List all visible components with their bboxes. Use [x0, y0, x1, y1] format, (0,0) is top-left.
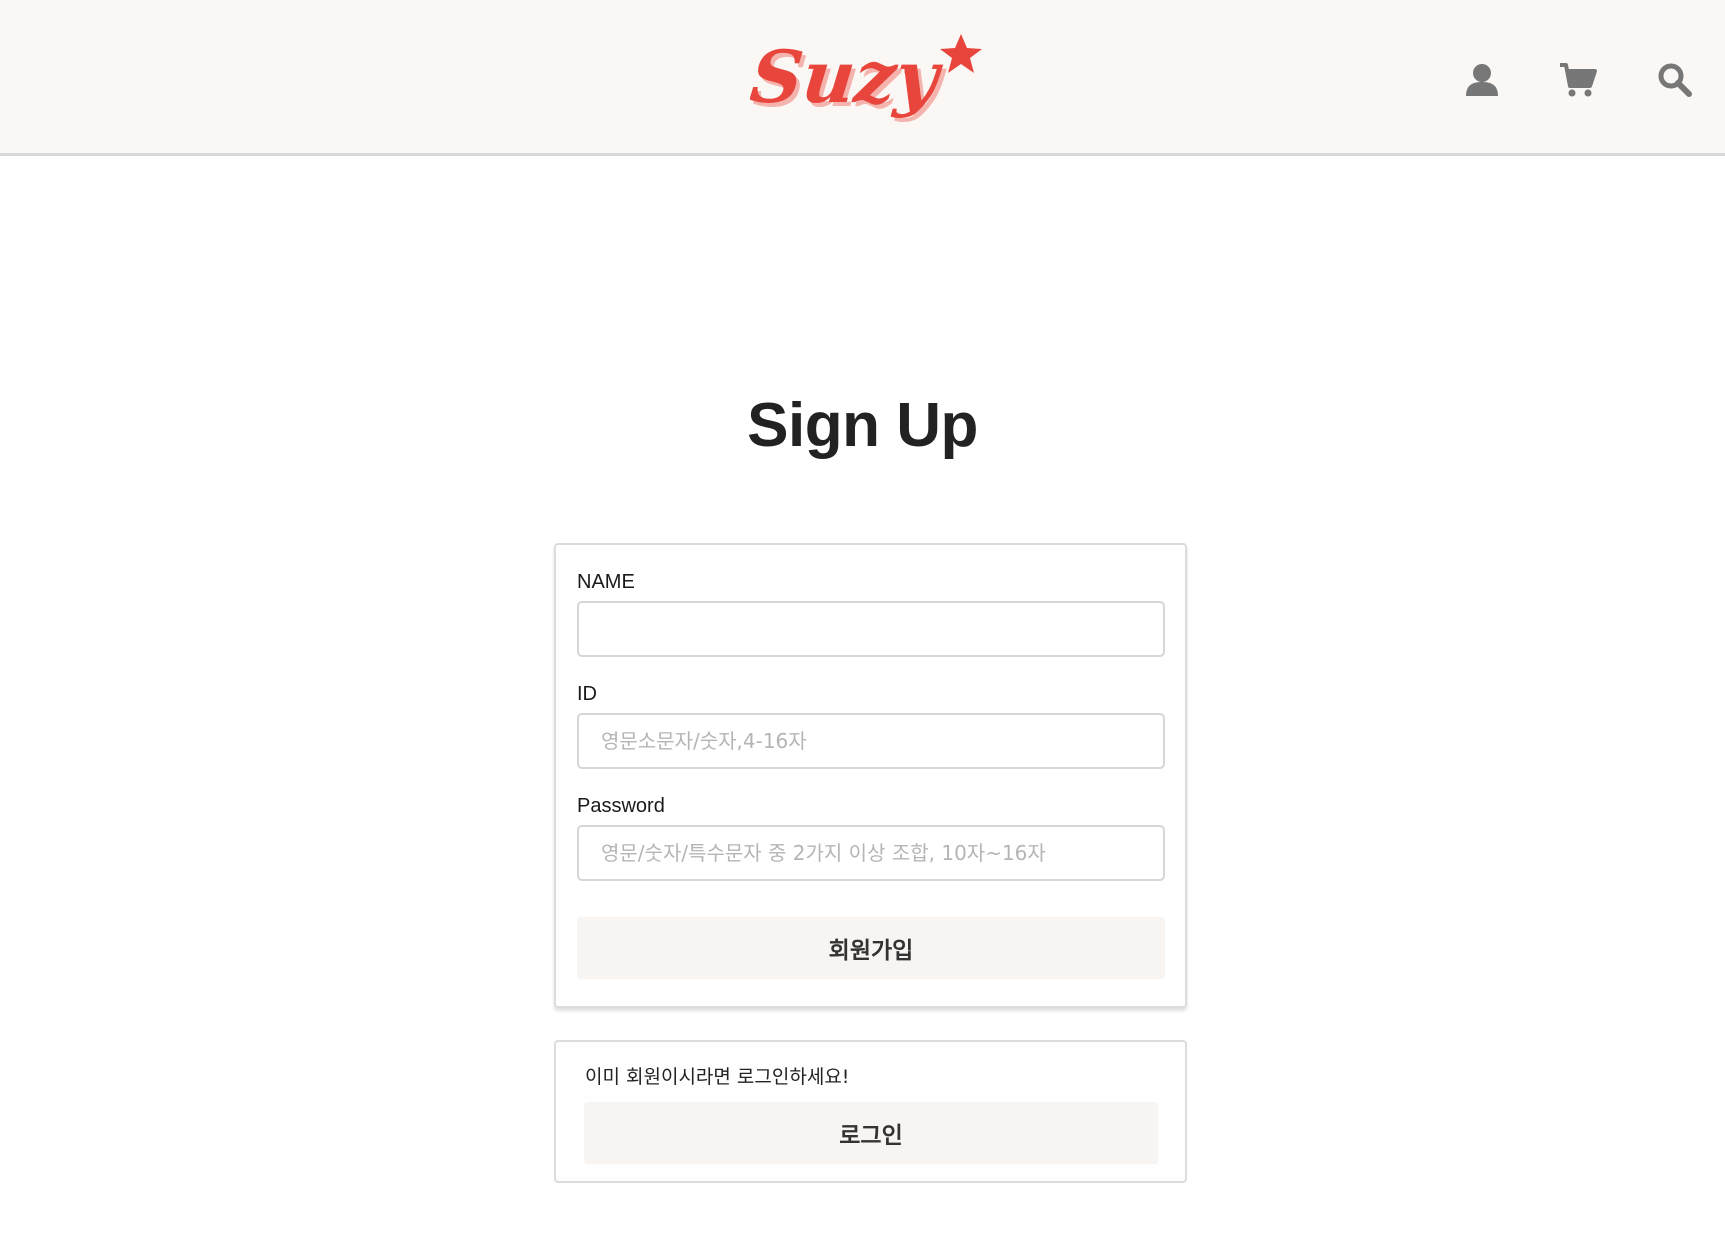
password-label: Password — [577, 795, 665, 817]
search-icon[interactable] — [1655, 60, 1695, 100]
signup-form: NAME ID Password 회원가입 — [554, 543, 1187, 1008]
cart-icon[interactable] — [1558, 60, 1598, 100]
signup-button[interactable]: 회원가입 — [577, 917, 1165, 979]
name-input[interactable] — [577, 601, 1165, 657]
page-title: Sign Up — [747, 391, 978, 460]
id-label: ID — [577, 683, 597, 705]
suzy-logo[interactable]: Suzy Suzy — [746, 28, 990, 128]
user-icon[interactable] — [1462, 60, 1502, 100]
id-input[interactable] — [577, 713, 1165, 769]
svg-text:Suzy: Suzy — [750, 35, 947, 120]
name-label: NAME — [577, 571, 635, 593]
login-prompt-box: 이미 회원이시라면 로그인하세요! 로그인 — [554, 1040, 1187, 1183]
password-input[interactable] — [577, 825, 1165, 881]
login-button[interactable]: 로그인 — [584, 1102, 1158, 1164]
site-header: Suzy Suzy — [0, 0, 1725, 156]
login-prompt-text: 이미 회원이시라면 로그인하세요! — [585, 1066, 850, 1088]
